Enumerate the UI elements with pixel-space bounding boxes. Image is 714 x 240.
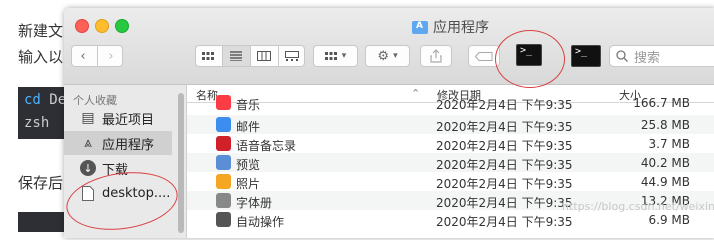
search-placeholder: 搜索	[634, 50, 661, 66]
photos-icon	[216, 174, 231, 189]
file-name: 语音备忘录	[236, 139, 297, 153]
file-date: 2020年2月4日 下午9:35	[436, 98, 573, 112]
file-date: 2020年2月4日 下午9:35	[436, 196, 573, 210]
file-size: 40.2 MB	[640, 156, 690, 170]
terminal-app-icon[interactable]: >_	[516, 44, 542, 66]
back-forward-control: ‹ ›	[71, 45, 123, 67]
share-button[interactable]	[420, 45, 452, 67]
file-size: 6.9 MB	[648, 213, 690, 227]
blog-line-2: 输入以	[18, 48, 64, 66]
sidebar-item-label: 下载	[102, 162, 129, 178]
zoom-button[interactable]	[115, 19, 129, 33]
group-icon	[324, 51, 337, 60]
group-by-button[interactable]: ▾	[313, 45, 358, 67]
share-icon	[430, 49, 442, 63]
document-icon	[80, 185, 96, 201]
blog-line-1: 新建文	[18, 22, 64, 40]
gallery-view-button[interactable]	[279, 46, 306, 66]
forward-button[interactable]: ›	[98, 46, 125, 66]
file-name: 邮件	[236, 120, 261, 134]
chevron-down-icon: ▾	[393, 51, 398, 61]
back-button[interactable]: ‹	[70, 46, 98, 66]
file-size: 3.7 MB	[648, 137, 690, 151]
sidebar-item-downloads[interactable]: ↓ 下载	[64, 156, 172, 180]
file-date: 2020年2月4日 下午9:35	[436, 158, 573, 172]
file-size: 44.9 MB	[640, 175, 690, 189]
grid-icon	[202, 51, 214, 60]
music-icon	[216, 95, 231, 110]
file-date: 2020年2月4日 下午9:35	[436, 120, 573, 134]
file-name: 字体册	[236, 196, 273, 210]
file-name: 预览	[236, 158, 261, 172]
blog-line-3: 保存后	[18, 174, 64, 192]
chevron-down-icon: ▾	[341, 51, 347, 61]
watermark: https://blog.csdn.net/weixin_	[562, 200, 714, 213]
file-row[interactable]: 照片 2020年2月4日 下午9:35 44.9 MB	[187, 172, 714, 191]
sidebar: 个人收藏 ▤ 最近项目 ⩓ 应用程序 ↓ 下载 desktop....	[64, 85, 187, 238]
toolbar: 应用程序 ‹ ›	[64, 8, 714, 85]
clock-list-icon: ▤	[81, 110, 95, 126]
applications-icon: ⩓	[84, 135, 92, 151]
sidebar-item-label: 应用程序	[102, 137, 155, 153]
list-icon	[230, 51, 242, 61]
action-button[interactable]: ⚙ ▾	[365, 45, 410, 67]
minimize-button[interactable]	[95, 19, 109, 33]
sidebar-item-desktop[interactable]: desktop....	[64, 181, 172, 205]
voice-memos-icon	[216, 136, 231, 151]
file-row[interactable]: 预览 2020年2月4日 下午9:35 40.2 MB	[187, 153, 714, 172]
preview-icon	[216, 155, 231, 170]
file-row[interactable]: 语音备忘录 2020年2月4日 下午9:35 3.7 MB	[187, 134, 714, 153]
search-field[interactable]: 搜索	[609, 45, 714, 67]
sidebar-item-applications[interactable]: ⩓ 应用程序	[64, 131, 172, 155]
sidebar-item-label: 最近项目	[102, 112, 155, 128]
gear-icon: ⚙	[377, 48, 390, 64]
sidebar-item-recents[interactable]: ▤ 最近项目	[64, 106, 172, 130]
automator-icon	[216, 212, 231, 227]
file-date: 2020年2月4日 下午9:35	[436, 139, 573, 153]
mail-icon	[216, 117, 231, 132]
gallery-icon	[285, 51, 299, 61]
file-date: 2020年2月4日 下午9:35	[436, 177, 573, 191]
list-view-button[interactable]	[222, 46, 251, 66]
file-date: 2020年2月4日 下午9:35	[436, 215, 573, 229]
view-mode-control	[195, 45, 305, 67]
file-row[interactable]: 邮件 2020年2月4日 下午9:35 25.8 MB	[187, 115, 714, 134]
font-book-icon	[216, 193, 231, 208]
columns-icon	[257, 51, 271, 61]
file-name: 照片	[236, 177, 261, 191]
terminal-icon[interactable]: >_	[571, 45, 601, 67]
close-button[interactable]	[75, 19, 89, 33]
window-title: 应用程序	[412, 17, 489, 37]
icon-view-button[interactable]	[195, 46, 223, 66]
download-icon: ↓	[80, 160, 96, 176]
file-size: 166.7 MB	[633, 96, 690, 110]
file-list: 名称 ⌃ 修改日期 大小 音乐 2020年2月4日 下午9:35 166.7 MB 邮…	[187, 85, 714, 238]
file-name: 音乐	[236, 98, 261, 112]
search-icon	[616, 50, 628, 62]
sidebar-scrollbar[interactable]	[178, 93, 184, 233]
file-name: 自动操作	[236, 215, 285, 229]
applications-folder-icon	[412, 20, 428, 34]
window-title-label: 应用程序	[433, 20, 489, 36]
code-keyword: cd	[24, 92, 41, 108]
sidebar-item-label: desktop....	[102, 185, 171, 201]
tags-button[interactable]	[468, 45, 500, 67]
file-size: 25.8 MB	[640, 118, 690, 132]
file-row[interactable]: 音乐 2020年2月4日 下午9:35 166.7 MB	[187, 93, 714, 112]
tag-icon	[475, 51, 493, 61]
column-view-button[interactable]	[251, 46, 279, 66]
code-arg: De	[40, 92, 67, 108]
